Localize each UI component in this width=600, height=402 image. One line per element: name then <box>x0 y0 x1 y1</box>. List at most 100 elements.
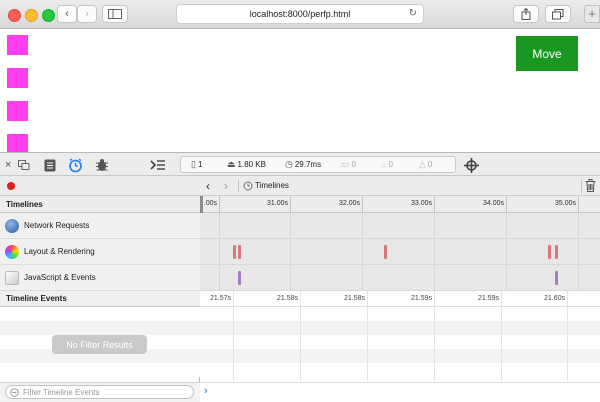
debugger-tab-icon[interactable] <box>95 158 109 172</box>
trash-icon[interactable] <box>585 179 596 194</box>
reload-icon[interactable]: ↻ <box>409 8 417 19</box>
event-tick <box>300 291 301 381</box>
error-icon: ○ <box>381 159 387 170</box>
ruler-tick <box>362 196 363 213</box>
move-button[interactable]: Move <box>516 36 578 71</box>
timeline-row-script[interactable]: JavaScript & Events <box>0 265 200 291</box>
network-graph-row[interactable] <box>200 213 600 239</box>
event-tick <box>567 291 568 381</box>
grid-line <box>290 213 291 291</box>
layout-graph-row[interactable] <box>200 239 600 265</box>
layout-event-mark[interactable] <box>555 245 558 259</box>
timeline-row-layout[interactable]: Layout & Rendering <box>0 239 200 265</box>
close-inspector-icon[interactable]: × <box>5 158 11 172</box>
back-button[interactable]: ‹ <box>57 5 77 23</box>
inspector-toolbar: × ▯ 1 ⏏ 1.80 KB ◷ 29.7ms ▭ 0 ○ 0 △ 0 <box>0 152 600 176</box>
list-item <box>200 321 600 335</box>
timeline-label: Layout & Rendering <box>24 247 95 256</box>
nav-back-icon[interactable]: ‹ <box>206 179 210 193</box>
timelines-header: Timelines <box>0 196 200 213</box>
grid-line <box>434 213 435 291</box>
error-count[interactable]: ○ 0 <box>381 157 393 172</box>
ruler-tick <box>506 196 507 213</box>
tabs-icon <box>552 8 564 19</box>
ruler-tick <box>219 196 220 213</box>
show-tabs-button[interactable] <box>545 5 571 23</box>
minimize-window-button[interactable] <box>25 9 38 22</box>
ruler-tick-label: 34.00s <box>482 200 504 207</box>
script-event-mark[interactable] <box>238 271 241 285</box>
close-window-button[interactable] <box>8 9 21 22</box>
document-icon: ▯ <box>191 159 196 169</box>
script-graph-row[interactable] <box>200 265 600 291</box>
share-button[interactable] <box>513 5 539 23</box>
message-icon: ▭ <box>341 159 350 169</box>
ruler-tick-label: 31.00s <box>266 200 288 207</box>
ruler-tick <box>578 196 579 213</box>
breadcrumb[interactable]: Timelines <box>255 181 289 190</box>
event-tick-label: 21.60s <box>543 295 565 302</box>
no-filter-results-label: No Filter Results <box>52 335 147 354</box>
list-item <box>0 307 200 321</box>
resource-size[interactable]: ⏏ 1.80 KB <box>227 157 266 172</box>
console-toggle-icon[interactable] <box>150 158 166 172</box>
resource-count[interactable]: ▯ 1 <box>191 157 202 172</box>
warning-count[interactable]: △ 0 <box>419 157 432 172</box>
pink-square <box>7 35 28 55</box>
list-item <box>0 321 200 335</box>
timeline-events-header: Timeline Events <box>0 291 200 307</box>
filter-input[interactable]: Filter Timeline Events <box>5 385 194 399</box>
layout-event-mark[interactable] <box>548 245 551 259</box>
address-bar[interactable]: localhost:8000/perfp.html ↻ <box>176 4 424 24</box>
list-item <box>200 349 600 363</box>
globe-icon <box>5 218 19 233</box>
timeline-row-network[interactable]: Network Requests <box>0 213 200 239</box>
list-item <box>200 307 600 321</box>
inspector-stats-bar: ▯ 1 ⏏ 1.80 KB ◷ 29.7ms ▭ 0 ○ 0 △ 0 <box>180 156 456 173</box>
layout-event-mark[interactable] <box>238 245 241 259</box>
event-tick <box>434 291 435 381</box>
record-button[interactable] <box>7 182 15 190</box>
timelines-clock-icon <box>243 181 253 193</box>
console-prompt-bar[interactable]: › <box>200 382 600 402</box>
dock-icon[interactable] <box>18 158 30 172</box>
ruler-tick-label: 35.00s <box>554 200 576 207</box>
event-tick <box>367 291 368 381</box>
sidebar-toggle-button[interactable] <box>102 5 128 23</box>
event-tick-label: 21.59s <box>410 295 432 302</box>
resources-tab-icon[interactable] <box>44 158 56 172</box>
color-wheel-icon <box>5 244 19 259</box>
ruler-tick <box>434 196 435 213</box>
log-count[interactable]: ▭ 0 <box>341 157 356 172</box>
event-tick <box>233 291 234 381</box>
weight-icon: ⏏ <box>227 159 236 169</box>
share-icon <box>521 8 531 20</box>
ruler-tick-label: .00s <box>203 200 217 207</box>
script-event-mark[interactable] <box>555 271 558 285</box>
new-tab-button[interactable]: + <box>584 5 600 23</box>
grid-line <box>219 213 220 291</box>
timeline-label: JavaScript & Events <box>24 273 96 282</box>
layout-event-mark[interactable] <box>233 245 236 259</box>
divider <box>238 180 239 192</box>
event-tick <box>501 291 502 381</box>
chevron-right-icon: › <box>85 8 89 20</box>
load-time[interactable]: ◷ 29.7ms <box>285 157 321 172</box>
grid-line <box>362 213 363 291</box>
forward-button[interactable]: › <box>77 5 97 23</box>
pink-square <box>7 68 28 88</box>
inspect-element-icon[interactable] <box>464 157 479 173</box>
event-tick-label: 21.59s <box>477 295 499 302</box>
timelines-tab-icon[interactable] <box>68 157 83 172</box>
grid-line <box>506 213 507 291</box>
zoom-window-button[interactable] <box>42 9 55 22</box>
nav-forward-icon[interactable]: › <box>224 179 228 193</box>
layout-event-mark[interactable] <box>384 245 387 259</box>
ruler-tick <box>290 196 291 213</box>
pink-square <box>7 101 28 121</box>
list-item <box>200 335 600 349</box>
ruler-tick-label: 33.00s <box>410 200 432 207</box>
timeline-label: Network Requests <box>24 221 90 230</box>
divider <box>581 179 582 193</box>
console-prompt-icon: › <box>204 385 208 397</box>
